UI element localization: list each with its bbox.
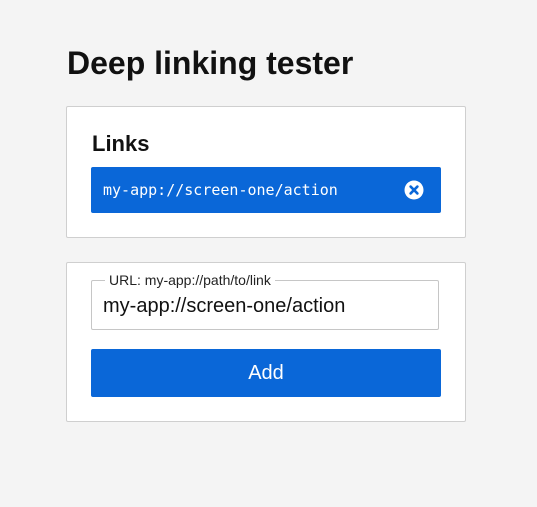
links-heading: Links: [92, 131, 150, 156]
add-link-card: URL: my-app://path/to/link Add: [66, 262, 466, 422]
url-field-label: URL: my-app://path/to/link: [105, 272, 275, 288]
link-url: my-app://screen-one/action: [103, 181, 338, 199]
page-title: Deep linking tester: [67, 45, 354, 81]
close-circle-icon: [404, 180, 424, 200]
add-button[interactable]: Add: [91, 349, 441, 397]
links-card: Links my-app://screen-one/action: [66, 106, 466, 238]
link-item[interactable]: my-app://screen-one/action: [91, 167, 441, 213]
url-field: URL: my-app://path/to/link: [91, 272, 439, 330]
url-input[interactable]: [103, 293, 423, 319]
remove-link-button[interactable]: [404, 180, 424, 200]
